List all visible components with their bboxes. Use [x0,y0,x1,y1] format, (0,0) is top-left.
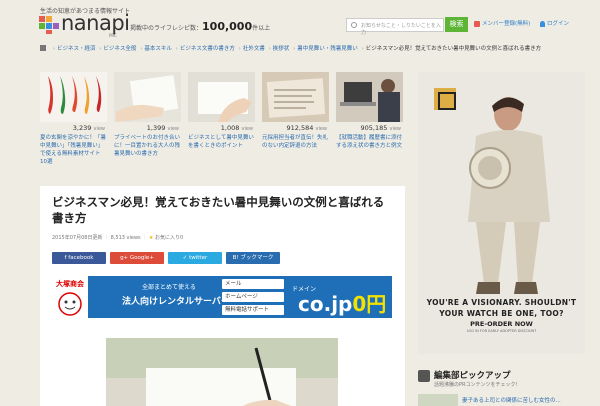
star-icon[interactable]: ★ [149,235,153,241]
breadcrumb-item[interactable]: ビジネス・経済 [57,46,96,52]
breadcrumb-item[interactable]: 社外文書 [243,46,265,52]
preorder-button[interactable]: PRE-ORDER NOW [418,320,585,328]
pickup-item-link[interactable]: 妻子ある上司との関係に苦しむ女性の... [462,396,561,404]
writing-hand-photo [188,72,255,122]
login-link[interactable]: ログイン [540,18,585,31]
related-item[interactable]: 1,399 view プライベートのお付き合いに！一目置かれる大人の残暑見舞いの… [114,72,181,182]
related-thumbnail[interactable] [114,72,181,122]
article-date: 2015年07月08日更新 [52,235,103,241]
ad-brand: 大塚商会 [56,280,84,288]
related-title[interactable]: 夏の玄関を涼やかに！「暑中見舞い」「残暑見舞い」で使える無料素材サイト10選 [40,134,107,166]
view-count: 912,584 view [286,124,327,132]
related-articles: 3,239 view 夏の玄関を涼やかに！「暑中見舞い」「残暑見舞い」で使える無… [40,72,405,182]
breadcrumb-item[interactable]: ビジネス文書の書き方 [180,46,235,52]
breadcrumb-current: ビジネスマン必見！覚えておきたい暑中見舞いの文例と喜ばれる書き方 [365,46,542,52]
search-button[interactable]: 検索 [445,17,468,32]
search-input[interactable]: お知らせなこと・しりたいことを入力 [346,18,444,36]
letter-photo [262,72,329,122]
related-thumbnail[interactable] [336,72,403,122]
logo-mark-icon [39,16,59,34]
banner-ad[interactable]: 大塚商会 全部まとめて使える 法人向けレンタルサーバー メール ホームページ 無… [52,276,392,318]
bookmark-share-button[interactable]: B! ブックマーク [226,252,280,264]
pickup-title: 編集部ピックアップ [434,371,511,381]
article-card: ビジネスマン必見！覚えておきたい暑中見舞いの文例と喜ばれる書き方 2015年07… [40,186,405,406]
ad-headline: YOU'RE A VISIONARY. SHOULDN'T YOUR WATCH… [426,298,577,318]
home-icon[interactable] [40,45,46,51]
site-header: 生活の知恵があつまる情報サイト nanapi PRC 掲載中のライフレシピ数：1… [0,0,600,40]
article-title: ビジネスマン必見！覚えておきたい暑中見舞いの文例と喜ばれる書き方 [52,195,385,225]
site-logo[interactable]: nanapi PRC [39,11,130,38]
ad-domain-price: co.jp0円 [298,292,387,316]
article-meta: 2015年07月08日更新 ｜ 8,513 views ｜ ★ お気に入り0 [52,235,184,241]
chili-illustration [48,76,102,114]
pickup-icon [418,370,430,382]
favorite-count[interactable]: お気に入り0 [155,235,183,241]
pickup-subtitle: 話題沸騰のPRコンテンツをチェック！ [434,382,521,388]
editor-pickup: 編集部ピックアップ 話題沸騰のPRコンテンツをチェック！ 妻子ある上司との関係に… [418,366,585,406]
ad-line1: 全部まとめて使える [142,284,196,291]
brand-logo-icon [434,88,456,110]
related-title[interactable]: ビジネスとして暑中見舞いを書くときのポイント [188,134,255,150]
search-icon [351,22,357,28]
related-thumbnail[interactable] [262,72,329,122]
writing-hand-photo [114,72,181,122]
article-views: 8,513 views [110,235,141,241]
logo-wordmark: nanapi [61,11,130,35]
related-thumbnail[interactable] [40,72,107,122]
article-hero-image [106,338,338,406]
ad-feature: ホームページ [222,292,284,302]
breadcrumb-item[interactable]: 暑中見舞い・残暑見舞い [297,46,358,52]
signup-icon [474,20,480,27]
user-icon [540,20,545,27]
related-title[interactable]: 【就職活動】履歴書に添付する添え状の書き方と例文 [336,134,403,150]
writing-photo [106,338,338,406]
ad-feature: 無料電話サポート [222,305,284,315]
pickup-thumbnail[interactable] [418,394,458,406]
breadcrumb-item[interactable]: 基本スキル [144,46,172,52]
related-thumbnail[interactable] [188,72,255,122]
breadcrumb: › ビジネス・経済 › ビジネス全般 › 基本スキル › ビジネス文書の書き方 › 社外文… [40,45,585,69]
googleplus-icon: g+ [120,255,130,261]
view-count: 1,399 view [146,124,179,132]
ad-line2: 法人向けレンタルサーバー [122,297,230,307]
recipe-count: 掲載中のライフレシピ数：100,000件以上 [130,20,271,33]
related-title[interactable]: 元採用担当者が直伝！失礼のない内定辞退の方法 [262,134,329,150]
twitter-share-button[interactable]: ✓ twitter [168,252,222,264]
view-count: 905,185 view [360,124,401,132]
ad-brand-panel: 大塚商会 [52,276,88,318]
ad-fineprint: LOG IN FOR EARLY ADOPTER DISCOUNT [466,329,537,333]
logo-sub: PRC [109,33,117,38]
breadcrumb-item[interactable]: ビジネス全般 [103,46,136,52]
facebook-share-button[interactable]: f facebook [52,252,106,264]
laptop-photo [336,72,403,122]
related-item[interactable]: 1,008 view ビジネスとして暑中見舞いを書くときのポイント [188,72,255,182]
view-count: 3,239 view [72,124,105,132]
related-item[interactable]: 3,239 view 夏の玄関を涼やかに！「暑中見舞い」「残暑見舞い」で使える無… [40,72,107,182]
character-illustration [58,292,82,316]
related-item[interactable]: 905,185 view 【就職活動】履歴書に添付する添え状の書き方と例文 [336,72,403,182]
ad-feature: メール [222,279,284,289]
signup-link[interactable]: メンバー登録(無料) [474,18,534,31]
sidebar-ad[interactable]: YOU'RE A VISIONARY. SHOULDN'T YOUR WATCH… [418,72,585,354]
googleplus-share-button[interactable]: g+ Google+ [110,252,164,264]
view-count: 1,008 view [220,124,253,132]
related-item[interactable]: 912,584 view 元採用担当者が直伝！失礼のない内定辞退の方法 [262,72,329,182]
related-title[interactable]: プライベートのお付き合いに！一目置かれる大人の残暑見舞いの書き方 [114,134,181,158]
breadcrumb-item[interactable]: 挨拶状 [273,46,290,52]
